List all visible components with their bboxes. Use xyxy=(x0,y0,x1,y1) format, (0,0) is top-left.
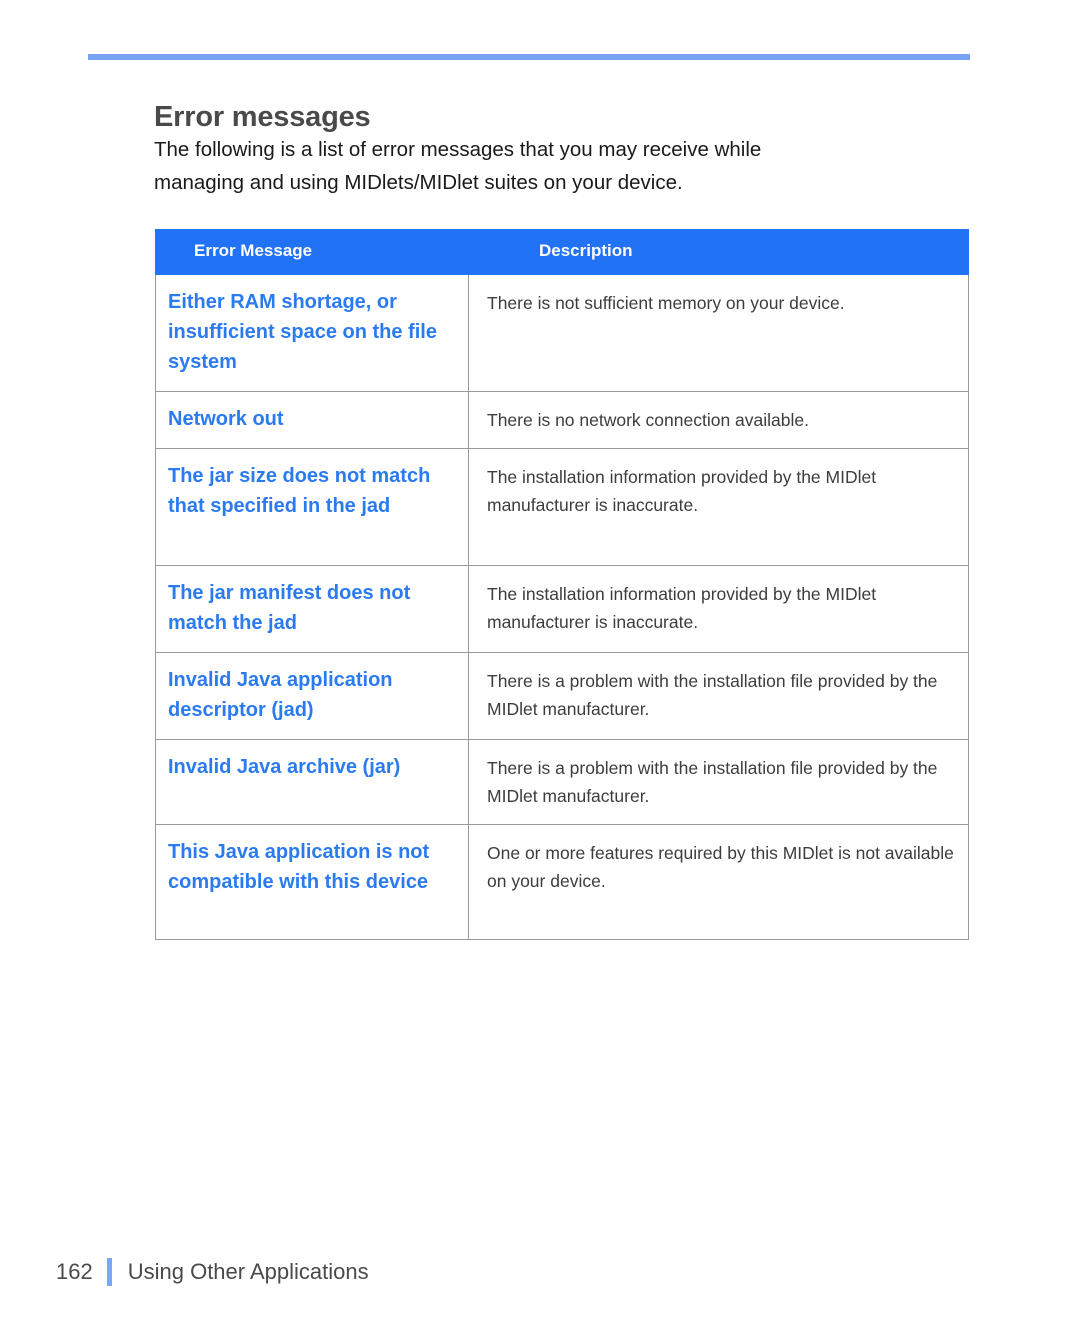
description-cell: There is a problem with the installation… xyxy=(468,738,969,825)
column-header-description: Description xyxy=(468,229,969,275)
error-message-cell: Invalid Java application descriptor (jad… xyxy=(155,651,469,740)
description-cell: One or more features required by this MI… xyxy=(468,823,969,940)
table-row: Invalid Java archive (jar) There is a pr… xyxy=(155,738,969,825)
error-message-cell: Network out xyxy=(155,390,469,449)
error-message-cell: The jar size does not match that specifi… xyxy=(155,447,469,566)
document-page: Error messages The following is a list o… xyxy=(0,0,1080,1327)
description-cell: There is not sufficient memory on your d… xyxy=(468,273,969,392)
description-cell: The installation information provided by… xyxy=(468,564,969,653)
column-header-error-message: Error Message xyxy=(155,229,469,275)
header-rule xyxy=(88,54,970,60)
error-message-cell: This Java application is not compatible … xyxy=(155,823,469,940)
table-row: Either RAM shortage, or insufficient spa… xyxy=(155,273,969,392)
error-message-cell: Invalid Java archive (jar) xyxy=(155,738,469,825)
intro-line-2: managing and using MIDlets/MIDlet suites… xyxy=(154,171,683,194)
table-row: Network out There is no network connecti… xyxy=(155,390,969,449)
footer-divider xyxy=(106,1258,112,1286)
page-footer: 162 Using Other Applications xyxy=(56,1255,369,1289)
table-row: The jar manifest does not match the jad … xyxy=(155,564,969,653)
intro-line-1: The following is a list of error message… xyxy=(154,138,762,161)
page-title: Error messages xyxy=(154,101,371,134)
description-cell: There is a problem with the installation… xyxy=(468,651,969,740)
table-row: This Java application is not compatible … xyxy=(155,823,969,940)
table-row: The jar size does not match that specifi… xyxy=(155,447,969,566)
error-message-cell: Either RAM shortage, or insufficient spa… xyxy=(155,273,469,392)
page-number: 162 xyxy=(56,1259,93,1284)
error-messages-table: Error Message Description Either RAM sho… xyxy=(155,229,969,940)
table-header-row: Error Message Description xyxy=(155,229,969,275)
table-header: Error Message Description xyxy=(155,229,969,275)
error-message-cell: The jar manifest does not match the jad xyxy=(155,564,469,653)
footer-section-label: Using Other Applications xyxy=(127,1259,369,1284)
description-cell: The installation information provided by… xyxy=(468,447,969,566)
description-cell: There is no network connection available… xyxy=(468,390,969,449)
table-row: Invalid Java application descriptor (jad… xyxy=(155,651,969,740)
intro-paragraph: The following is a list of error message… xyxy=(154,133,954,199)
table-body: Either RAM shortage, or insufficient spa… xyxy=(155,273,969,940)
